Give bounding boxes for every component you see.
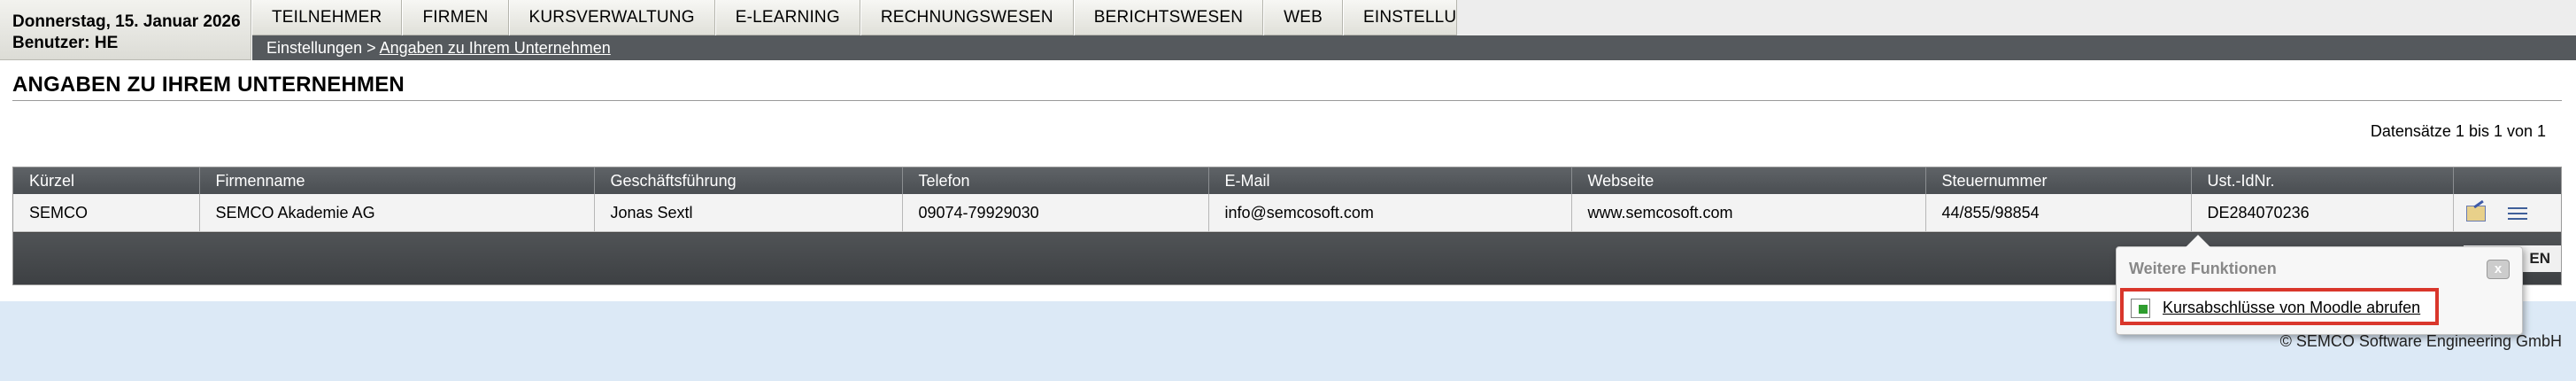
breadcrumb-root[interactable]: Einstellungen <box>266 39 362 57</box>
moodle-import-icon <box>2131 299 2150 318</box>
cell-webseite: www.semcosoft.com <box>1571 194 1926 232</box>
cell-kuerzel: SEMCO <box>13 194 200 232</box>
column-steuernummer[interactable]: Steuernummer <box>1925 167 2192 194</box>
close-icon[interactable]: x <box>2487 260 2510 279</box>
table-header-row: Kürzel Firmenname Geschäftsführung Telef… <box>13 167 2561 194</box>
highlighted-action: Kursabschlüsse von Moodle abrufen <box>2120 288 2439 325</box>
menu-item-e-learning[interactable]: E-LEARNING <box>714 0 860 35</box>
current-date: Donnerstag, 15. Januar 2026 <box>12 12 241 31</box>
cell-steuernummer: 44/855/98854 <box>1925 194 2192 232</box>
top-navigation: Donnerstag, 15. Januar 2026 Benutzer: HE… <box>0 0 2576 60</box>
page-title: ANGABEN ZU IHREM UNTERNEHMEN <box>12 73 405 97</box>
breadcrumb: Einstellungen > Angaben zu Ihrem Unterne… <box>252 35 2576 60</box>
menu-item-web[interactable]: WEB <box>1263 0 1344 35</box>
cell-actions <box>2453 194 2561 232</box>
moodle-course-completion-link[interactable]: Kursabschlüsse von Moodle abrufen <box>2163 299 2420 317</box>
records-count: Datensätze 1 bis 1 von 1 <box>2370 122 2546 140</box>
menu-item-firmen[interactable]: FIRMEN <box>402 0 509 35</box>
cell-telefon: 09074-79929030 <box>902 194 1209 232</box>
menu-item-teilnehmer[interactable]: TEILNEHMER <box>252 0 403 35</box>
column-telefon[interactable]: Telefon <box>902 167 1209 194</box>
cell-firmenname: SEMCO Akademie AG <box>199 194 595 232</box>
cell-email: info@semcosoft.com <box>1208 194 1572 232</box>
cell-geschaeftsfuehrung: Jonas Sextl <box>594 194 903 232</box>
breadcrumb-separator: > <box>362 39 380 57</box>
menu-item-kursverwaltung[interactable]: KURSVERWALTUNG <box>508 0 715 35</box>
menu-empty-area <box>1456 0 2576 35</box>
column-ust-idnr[interactable]: Ust.-IdNr. <box>2191 167 2454 194</box>
edit-icon[interactable] <box>2465 205 2486 222</box>
current-user: Benutzer: HE <box>12 34 119 52</box>
breadcrumb-current-link[interactable]: Angaben zu Ihrem Unternehmen <box>380 39 611 57</box>
column-kuerzel[interactable]: Kürzel <box>13 167 200 194</box>
main-menu: TEILNEHMER FIRMEN KURSVERWALTUNG E-LEARN… <box>252 0 2576 35</box>
list-icon[interactable] <box>2507 206 2527 222</box>
cell-ust-idnr: DE284070236 <box>2191 194 2454 232</box>
column-firmenname[interactable]: Firmenname <box>199 167 595 194</box>
copyright-text: © SEMCO Software Engineering GmbH <box>2279 332 2562 350</box>
popup-title: Weitere Funktionen <box>2129 260 2277 277</box>
column-geschaeftsfuehrung[interactable]: Geschäftsführung <box>594 167 903 194</box>
column-webseite[interactable]: Webseite <box>1571 167 1926 194</box>
column-actions <box>2453 167 2561 194</box>
date-user-box: Donnerstag, 15. Januar 2026 Benutzer: HE <box>0 0 251 60</box>
title-divider <box>12 100 2562 101</box>
column-email[interactable]: E-Mail <box>1208 167 1572 194</box>
menu-item-rechnungswesen[interactable]: RECHNUNGSWESEN <box>860 0 1074 35</box>
more-functions-popup: Weitere Funktionen x Kursabschlüsse von … <box>2116 235 2523 335</box>
menu-item-berichtswesen[interactable]: BERICHTSWESEN <box>1073 0 1264 35</box>
table-row[interactable]: SEMCO SEMCO Akademie AG Jonas Sextl 0907… <box>13 194 2561 232</box>
